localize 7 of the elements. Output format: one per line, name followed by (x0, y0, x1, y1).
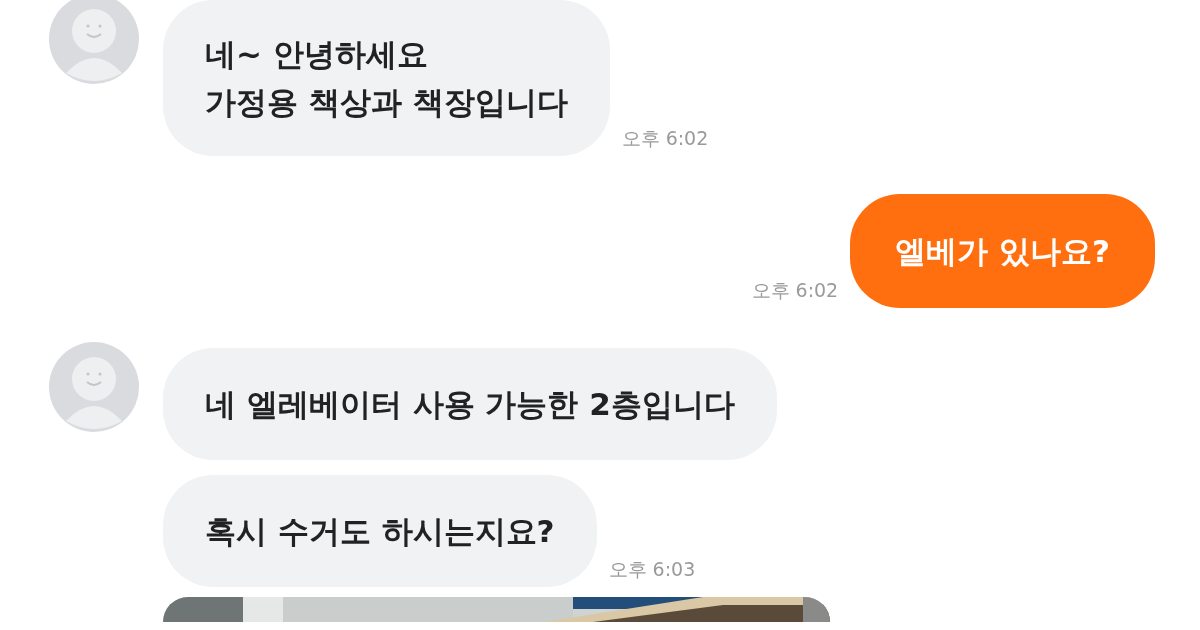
message-bubble: 혹시 수거도 하시는지요? (163, 475, 597, 587)
message-time: 오후 6:02 (621, 126, 709, 151)
message-bubble: 엘베가 있나요? (850, 194, 1155, 308)
message-bubble: 네 엘레베이터 사용 가능한 2층입니다 (163, 348, 777, 460)
message-time: 오후 6:02 (751, 278, 839, 303)
message-bubble: 네~ 안녕하세요 가정용 책상과 책장입니다 (163, 0, 610, 156)
message-time: 오후 6:03 (608, 557, 696, 582)
